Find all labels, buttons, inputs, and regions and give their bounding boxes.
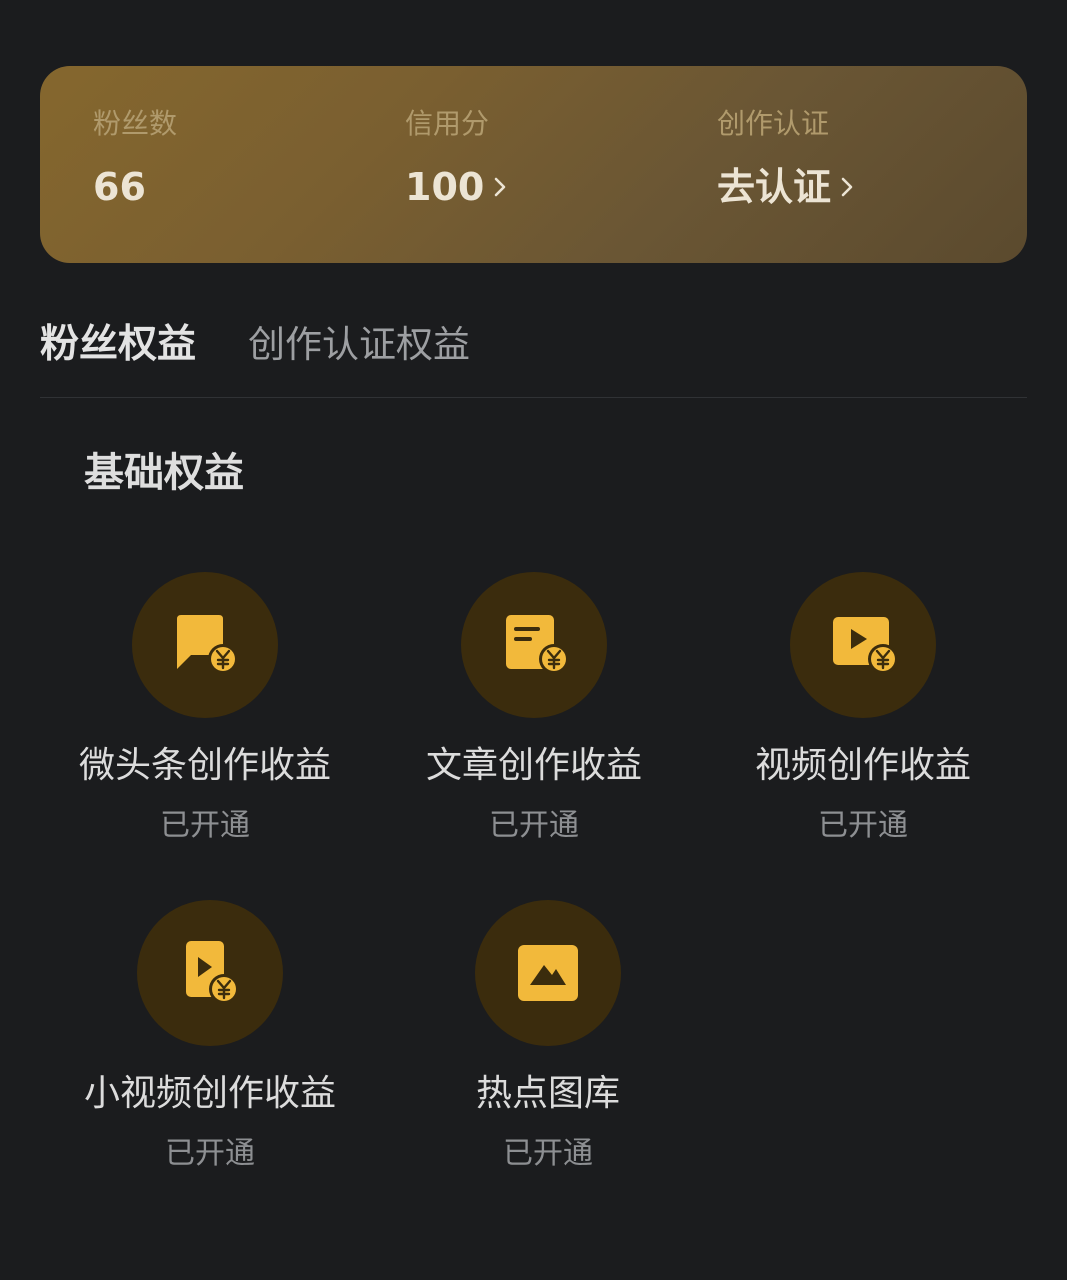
fans-value: 66: [93, 165, 146, 209]
section-title: 基础权益: [84, 450, 244, 496]
benefit-item-micro-headline[interactable]: 微头条创作收益 已开通: [55, 572, 355, 841]
benefit-status: 已开通: [160, 808, 250, 843]
benefit-status: 已开通: [489, 808, 579, 843]
benefit-tabs: 粉丝权益 创作认证权益: [40, 325, 470, 364]
benefit-name: 视频创作收益: [754, 745, 971, 786]
benefit-name: 文章创作收益: [425, 745, 642, 786]
tab-fan-benefits[interactable]: 粉丝权益: [40, 325, 196, 364]
credit-value-row[interactable]: 100: [405, 168, 512, 206]
icon-circle: [132, 572, 278, 718]
benefit-status: 已开通: [503, 1136, 593, 1171]
video-yuan-icon: [833, 617, 898, 674]
icon-circle: [790, 572, 936, 718]
benefit-status: 已开通: [165, 1136, 255, 1171]
tabs-divider: [40, 397, 1027, 398]
article-yuan-icon: [506, 615, 569, 674]
fans-stat: 粉丝数 66: [93, 107, 178, 209]
benefit-item-short-video[interactable]: 小视频创作收益 已开通: [60, 900, 360, 1169]
stats-card: 粉丝数 66 信用分 100 创作认证 去认证: [40, 66, 1027, 263]
image-gallery-icon: [518, 945, 578, 1001]
icon-circle: [475, 900, 621, 1046]
credit-label: 信用分: [405, 107, 490, 140]
benefit-item-image-gallery[interactable]: 热点图库 已开通: [398, 900, 698, 1169]
fans-label: 粉丝数: [93, 107, 178, 140]
certification-value: 去认证: [717, 165, 832, 209]
icon-circle: [461, 572, 607, 718]
benefit-name: 微头条创作收益: [78, 745, 331, 786]
benefit-item-video[interactable]: 视频创作收益 已开通: [713, 572, 1013, 841]
credit-value: 100: [405, 165, 485, 209]
certification-stat[interactable]: 创作认证 去认证: [717, 110, 859, 206]
benefit-name: 热点图库: [475, 1073, 620, 1114]
short-video-yuan-icon: [186, 941, 239, 1004]
message-bubble-yuan-icon: [177, 615, 238, 674]
tab-certification-benefits[interactable]: 创作认证权益: [248, 326, 470, 363]
credit-stat[interactable]: 信用分 100: [405, 110, 512, 206]
page: 粉丝数 66 信用分 100 创作认证 去认证 粉丝权益 创作认证权益 基础权益…: [0, 0, 1067, 1280]
benefit-item-article[interactable]: 文章创作收益 已开通: [384, 572, 684, 841]
certification-value-row[interactable]: 去认证: [717, 168, 859, 206]
benefit-name: 小视频创作收益: [83, 1073, 336, 1114]
chevron-right-icon: [495, 177, 506, 197]
icon-circle: [137, 900, 283, 1046]
benefit-status: 已开通: [818, 808, 908, 843]
certification-label: 创作认证: [717, 107, 830, 140]
chevron-right-icon: [841, 177, 853, 197]
